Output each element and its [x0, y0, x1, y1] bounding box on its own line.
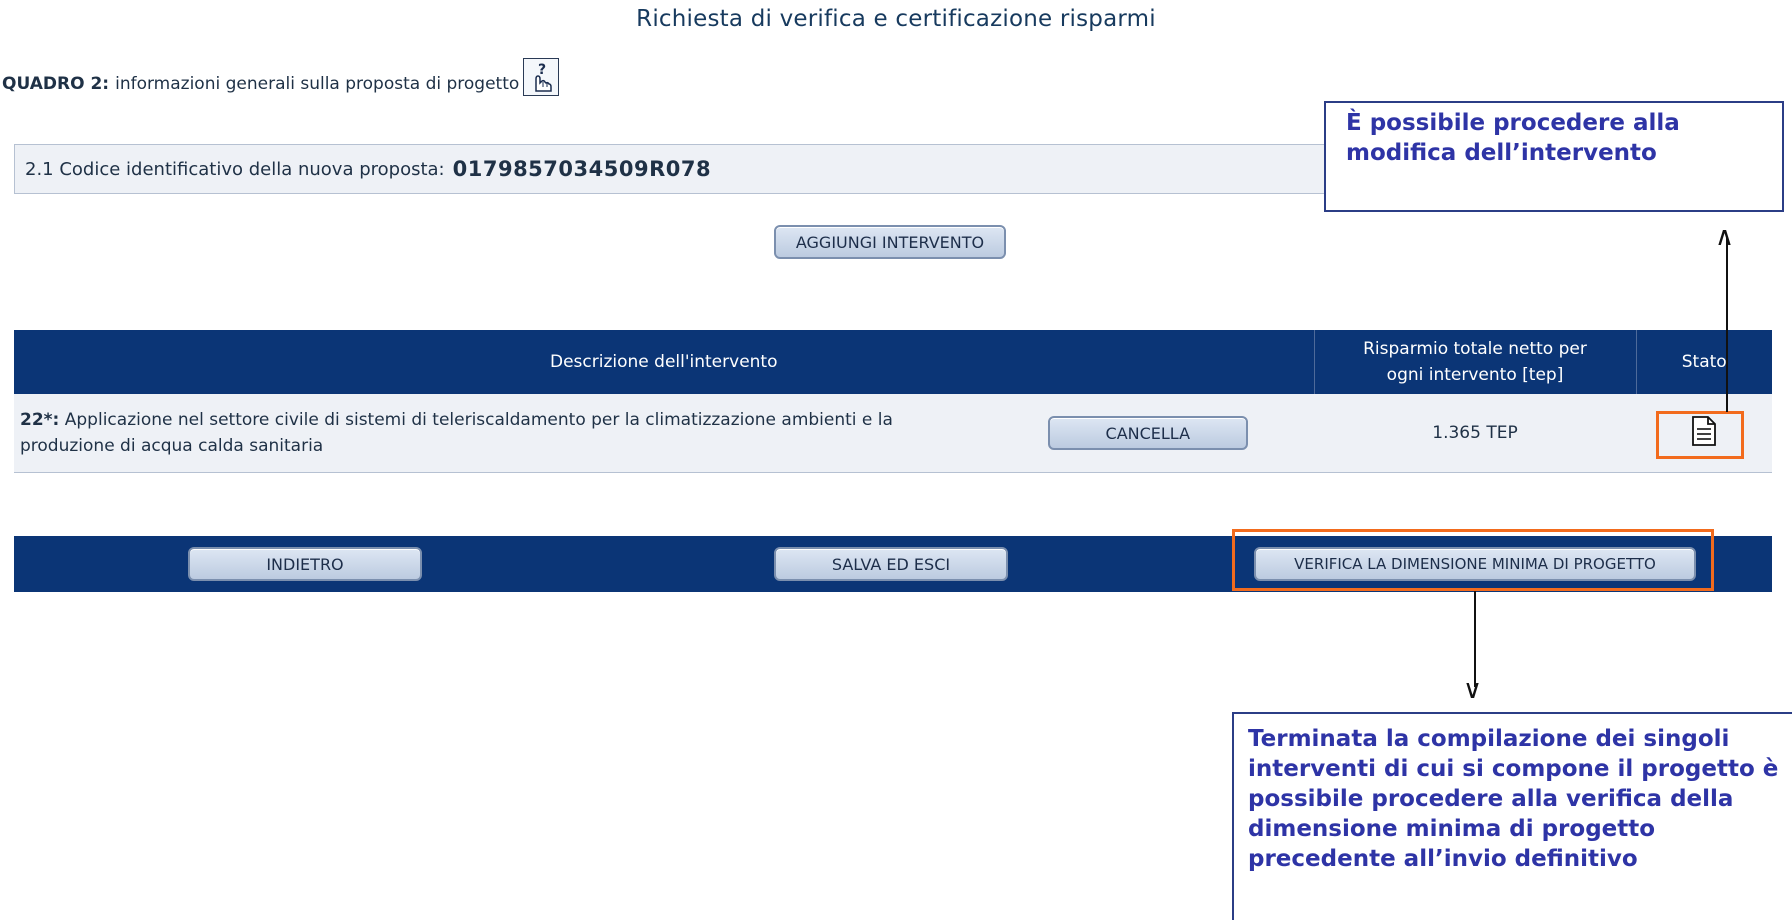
intervention-code: 22*:: [20, 410, 60, 430]
arrow-up-icon: ∧: [1715, 222, 1735, 252]
proposal-code-value: 0179857034509R078: [452, 157, 712, 181]
interventions-table: Descrizione dell'intervento Risparmio to…: [14, 330, 1772, 473]
quadro-text: informazioni generali sulla proposta di …: [115, 74, 520, 94]
arrow-down-icon: ∨: [1463, 675, 1483, 705]
header-savings: Risparmio totale netto per ogni interven…: [1314, 330, 1637, 394]
save-exit-button[interactable]: SALVA ED ESCI: [774, 547, 1008, 581]
add-intervention-button[interactable]: AGGIUNGI INTERVENTO: [774, 225, 1006, 259]
quadro-heading: QUADRO 2: informazioni generali sulla pr…: [2, 58, 560, 96]
help-hand-icon[interactable]: ?: [523, 58, 560, 96]
verify-callout: Terminata la compilazione dei singoli in…: [1232, 712, 1792, 920]
header-description: Descrizione dell'intervento: [14, 330, 1315, 394]
header-status: Stato: [1636, 330, 1772, 394]
edit-arrow-line: [1726, 238, 1728, 412]
table-row: 22*: Applicazione nel settore civile di …: [14, 394, 1772, 473]
edit-callout: È possibile procedere alla modifica dell…: [1324, 101, 1784, 212]
intervention-description: Applicazione nel settore civile di siste…: [20, 410, 893, 456]
status-highlight-box: [1656, 411, 1744, 459]
header-savings-line1: Risparmio totale netto per: [1363, 339, 1587, 359]
verify-highlight-box: [1232, 529, 1714, 591]
delete-intervention-button[interactable]: CANCELLA: [1047, 416, 1248, 450]
header-savings-line2: ogni intervento [tep]: [1386, 365, 1564, 385]
proposal-code-label: 2.1 Codice identificativo della nuova pr…: [25, 158, 445, 180]
back-button[interactable]: INDIETRO: [188, 547, 422, 581]
page-title: Richiesta di verifica e certificazione r…: [636, 6, 1156, 32]
verify-arrow-line: [1474, 591, 1476, 687]
table-header-row: Descrizione dell'intervento Risparmio to…: [14, 330, 1772, 394]
quadro-prefix: QUADRO 2:: [2, 74, 110, 94]
description-cell: 22*: Applicazione nel settore civile di …: [14, 394, 1314, 473]
savings-cell: 1.365 TEP: [1314, 394, 1636, 473]
